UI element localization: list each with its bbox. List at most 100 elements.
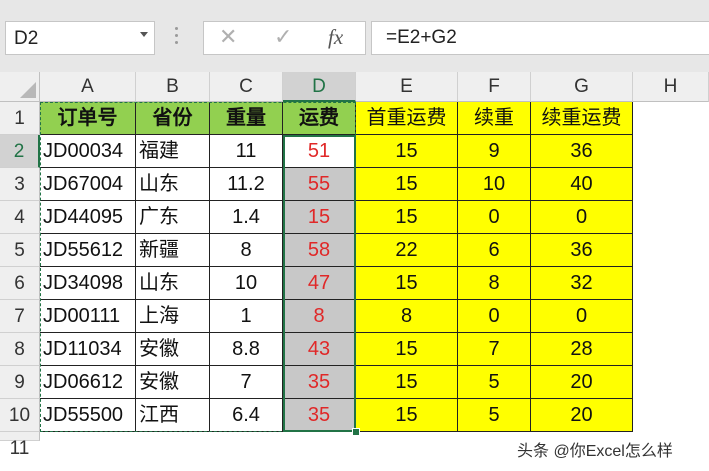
cell-d5[interactable]: 58 <box>283 234 356 267</box>
cell-f4[interactable]: 0 <box>458 201 531 234</box>
cell-e4[interactable]: 15 <box>356 201 458 234</box>
cell-g6[interactable]: 32 <box>531 267 633 300</box>
cell-e5[interactable]: 22 <box>356 234 458 267</box>
column-header-c[interactable]: C <box>210 72 283 102</box>
header-cell-c[interactable]: 重量 <box>210 102 283 135</box>
cell-d9[interactable]: 35 <box>283 366 356 399</box>
cell-f2[interactable]: 9 <box>458 135 531 168</box>
cell-d2[interactable]: 51 <box>283 135 356 168</box>
cell-b7[interactable]: 上海 <box>136 300 210 333</box>
column-header-g[interactable]: G <box>531 72 633 102</box>
cell-c3[interactable]: 11.2 <box>210 168 283 201</box>
cell-a2[interactable]: JD00034 <box>40 135 136 168</box>
row-header-5[interactable]: 5 <box>0 234 40 267</box>
cell-e7[interactable]: 8 <box>356 300 458 333</box>
cell-f3[interactable]: 10 <box>458 168 531 201</box>
cell-b8[interactable]: 安徽 <box>136 333 210 366</box>
formula-bar: D2 ✕ ✓ fx =E2+G2 <box>0 0 709 72</box>
row-header-10[interactable]: 10 <box>0 399 40 432</box>
header-cell-g[interactable]: 续重运费 <box>531 102 633 135</box>
cell-g8[interactable]: 28 <box>531 333 633 366</box>
row-header-6[interactable]: 6 <box>0 267 40 300</box>
cell-g2[interactable]: 36 <box>531 135 633 168</box>
cell-a8[interactable]: JD11034 <box>40 333 136 366</box>
cell-a10[interactable]: JD55500 <box>40 399 136 432</box>
cell-e6[interactable]: 15 <box>356 267 458 300</box>
cell-b3[interactable]: 山东 <box>136 168 210 201</box>
column-header-h[interactable]: H <box>633 72 709 102</box>
select-all-triangle-icon <box>20 82 36 98</box>
column-header-a[interactable]: A <box>40 72 136 102</box>
row-header-8[interactable]: 8 <box>0 333 40 366</box>
cell-a9[interactable]: JD06612 <box>40 366 136 399</box>
row-header-9[interactable]: 9 <box>0 366 40 399</box>
cell-e3[interactable]: 15 <box>356 168 458 201</box>
cell-e2[interactable]: 15 <box>356 135 458 168</box>
enter-icon[interactable]: ✓ <box>274 24 292 50</box>
row-header-11[interactable]: 11 <box>0 432 40 459</box>
cell-f8[interactable]: 7 <box>458 333 531 366</box>
cell-c4[interactable]: 1.4 <box>210 201 283 234</box>
header-cell-b[interactable]: 省份 <box>136 102 210 135</box>
cell-b9[interactable]: 安徽 <box>136 366 210 399</box>
row-header-2[interactable]: 2 <box>0 135 40 168</box>
cell-e9[interactable]: 15 <box>356 366 458 399</box>
chevron-down-icon[interactable] <box>140 32 148 37</box>
cell-e8[interactable]: 15 <box>356 333 458 366</box>
row-header-7[interactable]: 7 <box>0 300 40 333</box>
cell-g3[interactable]: 40 <box>531 168 633 201</box>
cell-d7[interactable]: 8 <box>283 300 356 333</box>
cell-b5[interactable]: 新疆 <box>136 234 210 267</box>
insert-function-icon[interactable]: fx <box>328 25 343 50</box>
cell-e10[interactable]: 15 <box>356 399 458 432</box>
row-header-3[interactable]: 3 <box>0 168 40 201</box>
cell-a3[interactable]: JD67004 <box>40 168 136 201</box>
cell-g9[interactable]: 20 <box>531 366 633 399</box>
cell-f9[interactable]: 5 <box>458 366 531 399</box>
formula-input[interactable]: =E2+G2 <box>371 21 709 55</box>
cell-b6[interactable]: 山东 <box>136 267 210 300</box>
header-cell-e[interactable]: 首重运费 <box>356 102 458 135</box>
cell-a4[interactable]: JD44095 <box>40 201 136 234</box>
row-header-4[interactable]: 4 <box>0 201 40 234</box>
cell-g4[interactable]: 0 <box>531 201 633 234</box>
column-header-f[interactable]: F <box>458 72 531 102</box>
column-header-b[interactable]: B <box>136 72 210 102</box>
cell-f10[interactable]: 5 <box>458 399 531 432</box>
cell-c6[interactable]: 10 <box>210 267 283 300</box>
cell-c5[interactable]: 8 <box>210 234 283 267</box>
header-cell-f[interactable]: 续重 <box>458 102 531 135</box>
cell-b2[interactable]: 福建 <box>136 135 210 168</box>
cell-b4[interactable]: 广东 <box>136 201 210 234</box>
cell-g5[interactable]: 36 <box>531 234 633 267</box>
cancel-icon[interactable]: ✕ <box>219 24 237 50</box>
column-header-e[interactable]: E <box>356 72 458 102</box>
row-header-1[interactable]: 1 <box>0 102 40 135</box>
select-all-button[interactable] <box>0 72 40 102</box>
header-cell-a[interactable]: 订单号 <box>40 102 136 135</box>
cell-g7[interactable]: 0 <box>531 300 633 333</box>
cell-f6[interactable]: 8 <box>458 267 531 300</box>
cell-c7[interactable]: 1 <box>210 300 283 333</box>
cell-c8[interactable]: 8.8 <box>210 333 283 366</box>
cell-d3[interactable]: 55 <box>283 168 356 201</box>
cell-c9[interactable]: 7 <box>210 366 283 399</box>
cell-g10[interactable]: 20 <box>531 399 633 432</box>
cell-a7[interactable]: JD00111 <box>40 300 136 333</box>
header-cell-d[interactable]: 运费 <box>283 102 356 135</box>
cell-d4[interactable]: 15 <box>283 201 356 234</box>
cell-a6[interactable]: JD34098 <box>40 267 136 300</box>
cell-f7[interactable]: 0 <box>458 300 531 333</box>
column-header-d[interactable]: D <box>283 72 356 102</box>
cell-d8[interactable]: 43 <box>283 333 356 366</box>
cell-d6[interactable]: 47 <box>283 267 356 300</box>
cell-c10[interactable]: 6.4 <box>210 399 283 432</box>
grip-handle-icon[interactable] <box>175 27 179 49</box>
cell-d10[interactable]: 35 <box>283 399 356 432</box>
cell-c2[interactable]: 11 <box>210 135 283 168</box>
cell-a5[interactable]: JD55612 <box>40 234 136 267</box>
cell-b10[interactable]: 江西 <box>136 399 210 432</box>
cell-f5[interactable]: 6 <box>458 234 531 267</box>
fill-handle[interactable] <box>352 428 360 436</box>
name-box[interactable]: D2 <box>5 21 155 55</box>
